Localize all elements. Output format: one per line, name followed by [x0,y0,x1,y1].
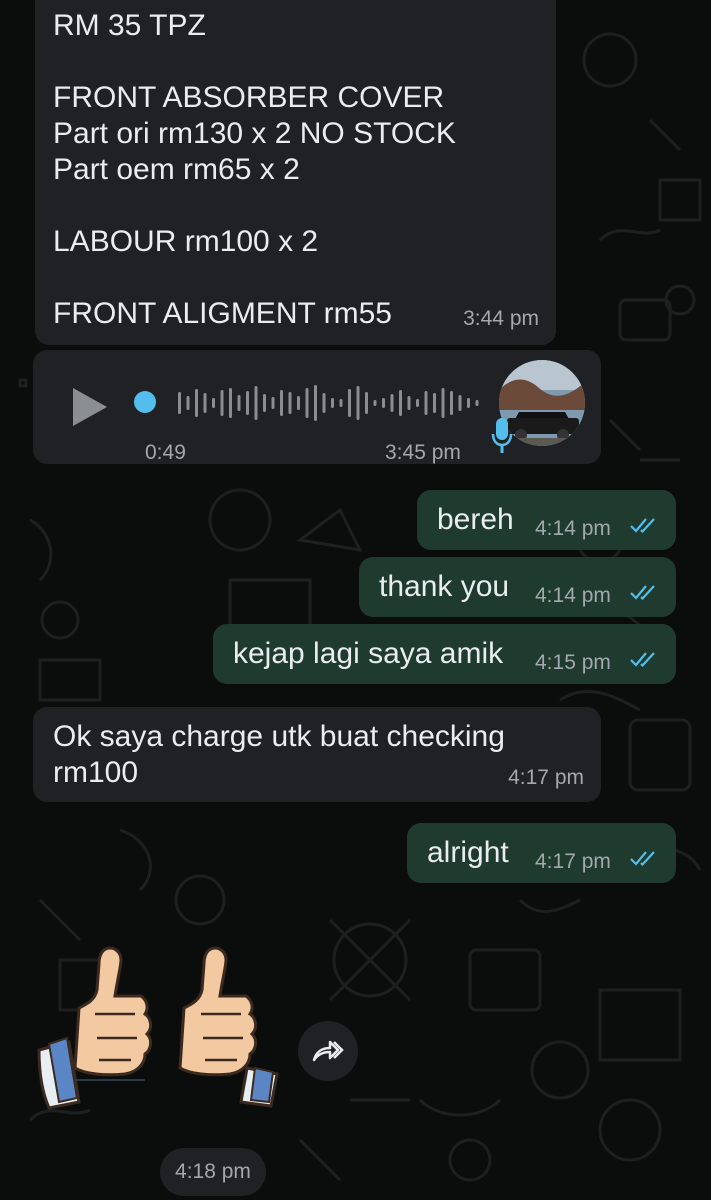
incoming-message[interactable]: Ok saya charge utk buat checking rm100 4… [33,707,601,802]
waveform-bar [280,390,283,416]
waveform-bar [246,391,249,415]
waveform-bar [458,395,462,411]
forward-button[interactable] [298,1021,358,1081]
play-icon[interactable] [73,388,107,426]
waveform-bar [399,390,402,416]
mic-icon [491,418,513,453]
voice-waveform[interactable] [178,382,498,424]
message-text: Ok saya charge utk buat checking rm100 [53,720,505,789]
waveform-bar [390,394,394,412]
waveform-bar [356,386,360,420]
outgoing-message[interactable]: thank you 4:14 pm [359,557,676,617]
waveform-bar [475,400,479,406]
waveform-bar [407,396,411,410]
waveform-bar [424,391,428,415]
message-time: 4:18 pm [175,1160,251,1183]
waveform-bar [416,399,419,407]
message-time: 3:44 pm [463,307,539,330]
waveform-bar [441,388,445,418]
outgoing-message[interactable]: alright 4:17 pm [407,823,676,883]
waveform-bar [348,389,351,417]
waveform-bar [271,397,275,409]
forward-icon [312,1040,344,1062]
message-text: bereh [437,503,514,536]
message-time: 4:15 pm [535,651,611,674]
message-time: 4:17 pm [535,850,611,873]
waveform-bar [365,392,368,414]
waveform-bar [212,398,215,408]
waveform-bar [220,390,224,416]
waveform-bar [382,398,385,408]
message-text: RM 35 TPZ FRONT ABSORBER COVER Part ori … [53,9,456,330]
waveform-bar [373,400,377,406]
double-check-icon [630,652,655,668]
waveform-bar [288,392,292,414]
waveform-bar [305,388,309,418]
message-time: 4:14 pm [535,517,611,540]
waveform-bar [195,389,198,417]
outgoing-message[interactable]: kejap lagi saya amik 4:15 pm [213,624,676,684]
voice-progress-dot[interactable] [133,390,159,416]
waveform-bar [254,386,258,420]
message-text: thank you [379,570,510,603]
message-time: 3:45 pm [385,441,461,464]
message-text: kejap lagi saya amik [233,637,504,670]
sticker-timestamp: 4:18 pm [160,1148,266,1196]
waveform-bar [203,393,207,413]
waveform-bar [450,391,453,415]
voice-note-message[interactable]: 0:49 3:45 pm [33,350,601,464]
message-time: 4:17 pm [508,766,584,789]
waveform-bar [237,395,241,411]
waveform-bar [467,398,470,408]
thumbs-up-sticker[interactable] [35,940,285,1110]
waveform-bar [339,399,343,407]
message-text: alright [427,836,509,869]
waveform-bar [186,396,190,410]
thumbs-up-icon [178,946,279,1108]
waveform-bar [314,385,317,421]
double-check-icon [630,851,655,867]
waveform-bar [263,394,266,412]
message-time: 4:14 pm [535,584,611,607]
incoming-message[interactable]: RM 35 TPZ FRONT ABSORBER COVER Part ori … [35,0,556,345]
waveform-bar [229,388,232,418]
voice-note-duration: 0:49 [145,441,186,464]
waveform-bar [178,392,181,414]
double-check-icon [630,585,655,601]
double-check-icon [630,518,655,534]
waveform-bar [331,398,334,408]
waveform-bar [297,396,300,410]
waveform-bar [322,393,326,413]
waveform-bar [433,393,436,413]
thumbs-up-icon [37,946,153,1110]
outgoing-message[interactable]: bereh 4:14 pm [417,490,676,550]
